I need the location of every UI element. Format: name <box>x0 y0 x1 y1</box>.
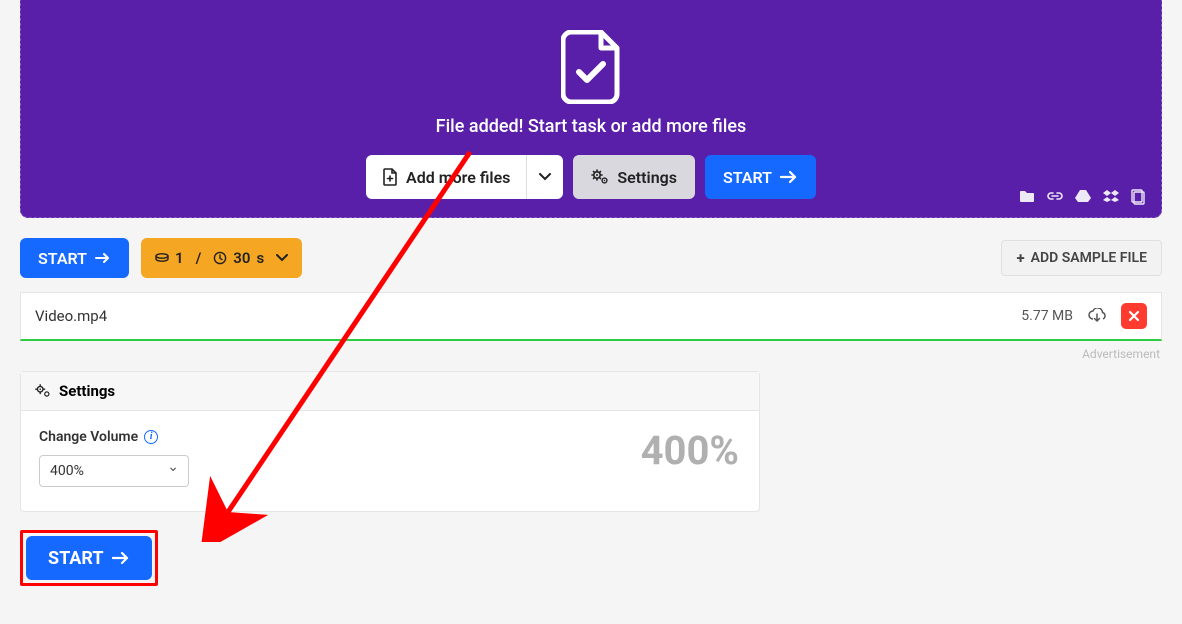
hero-start-button[interactable]: START <box>705 155 816 199</box>
add-more-files-button[interactable]: Add more files <box>366 155 563 199</box>
file-name: Video.mp4 <box>35 307 1021 325</box>
folder-icon[interactable] <box>1019 189 1035 205</box>
chevron-down-icon <box>276 254 288 262</box>
batch-time-unit: s <box>256 249 264 267</box>
batch-sep: / <box>196 249 202 267</box>
close-icon <box>1128 310 1140 322</box>
hero-message: File added! Start task or add more files <box>41 116 1141 137</box>
arrow-right-icon <box>112 551 130 565</box>
link-icon[interactable] <box>1047 189 1063 205</box>
add-more-files-label: Add more files <box>406 168 510 187</box>
plus-icon: + <box>1016 249 1024 267</box>
batch-count: 1 <box>175 249 184 267</box>
file-size: 5.77 MB <box>1021 308 1073 324</box>
bottom-start-button[interactable]: START <box>26 536 152 580</box>
toolbar-start-button[interactable]: START <box>20 238 129 278</box>
info-icon[interactable]: i <box>144 430 158 444</box>
file-add-icon <box>382 168 398 186</box>
toolbar: START 1 / 30 s + ADD SAMPLE FILE <box>0 218 1182 292</box>
cloud-download-icon[interactable] <box>1087 308 1107 324</box>
delete-file-button[interactable] <box>1121 303 1147 329</box>
change-volume-display: 400% <box>641 427 739 474</box>
arrow-right-icon <box>780 170 798 184</box>
settings-panel: Settings Change Volume i 400% 400% <box>20 371 760 512</box>
clipboard-icon[interactable] <box>1131 189 1145 205</box>
settings-panel-title: Settings <box>59 382 115 400</box>
arrow-right-icon <box>95 252 111 264</box>
file-row: Video.mp4 5.77 MB <box>20 292 1162 341</box>
gears-icon <box>35 384 51 398</box>
change-volume-label: Change Volume i <box>39 429 741 445</box>
add-more-files-caret[interactable] <box>527 155 563 199</box>
gears-icon <box>591 169 609 185</box>
add-sample-label: ADD SAMPLE FILE <box>1031 250 1147 266</box>
file-check-icon <box>41 30 1141 104</box>
toolbar-start-label: START <box>38 249 87 268</box>
hero-start-label: START <box>723 168 772 187</box>
dropbox-icon[interactable] <box>1103 189 1119 205</box>
bottom-start-label: START <box>48 548 104 569</box>
batch-time-value: 30 <box>233 249 250 267</box>
settings-panel-header: Settings <box>21 372 759 411</box>
change-volume-select[interactable]: 400% <box>39 455 189 487</box>
settings-button[interactable]: Settings <box>573 155 695 199</box>
google-drive-icon[interactable] <box>1075 189 1091 205</box>
advertisement-label: Advertisement <box>0 341 1182 361</box>
layers-icon <box>155 252 169 264</box>
add-sample-file-button[interactable]: + ADD SAMPLE FILE <box>1001 240 1162 276</box>
settings-label: Settings <box>617 168 677 187</box>
clock-icon <box>213 251 227 265</box>
upload-hero: File added! Start task or add more files… <box>20 0 1162 218</box>
chevron-down-icon <box>539 173 551 181</box>
batch-settings-button[interactable]: 1 / 30 s <box>141 238 302 278</box>
